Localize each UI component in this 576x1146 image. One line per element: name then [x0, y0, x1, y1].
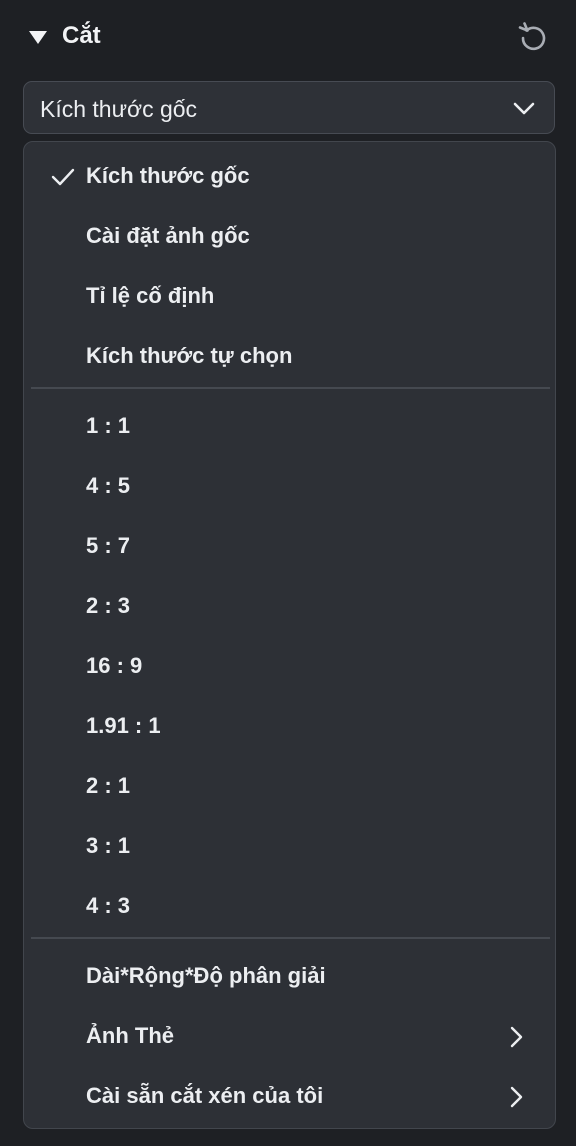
menu-item-label: 4 : 5: [86, 473, 131, 498]
menu-item-ratio-2-3[interactable]: 2 : 3: [24, 576, 555, 636]
menu-item-label: 2 : 1: [86, 773, 131, 798]
menu-item-my-crop-presets[interactable]: Cài sẵn cắt xén của tôi: [24, 1066, 555, 1126]
menu-item-length-width-resolution[interactable]: Dài*Rộng*Độ phân giải: [24, 946, 555, 1006]
checkmark-icon: [51, 168, 75, 186]
menu-item-ratio-4-5[interactable]: 4 : 5: [24, 456, 555, 516]
reset-icon[interactable]: [516, 22, 550, 52]
menu-item-ratio-16-9[interactable]: 16 : 9: [24, 636, 555, 696]
menu-item-custom-size[interactable]: Kích thước tự chọn: [24, 326, 555, 386]
menu-item-ratio-5-7[interactable]: 5 : 7: [24, 516, 555, 576]
menu-item-original-setting[interactable]: Cài đặt ảnh gốc: [24, 206, 555, 266]
menu-item-label: Dài*Rộng*Độ phân giải: [86, 963, 326, 988]
crop-size-select[interactable]: Kích thước gốc: [23, 81, 555, 134]
triangle-down-icon[interactable]: [28, 29, 48, 45]
menu-item-original-size[interactable]: Kích thước gốc: [24, 146, 555, 206]
menu-item-id-photo[interactable]: Ảnh Thẻ: [24, 1006, 555, 1066]
crop-panel: Cắt Kích thước gốc Kích thước gốc Cài đặ…: [0, 0, 576, 1146]
menu-divider: [31, 387, 550, 389]
chevron-right-icon: [510, 1026, 523, 1048]
menu-item-label: 16 : 9: [86, 653, 143, 678]
menu-item-label: 5 : 7: [86, 533, 131, 558]
menu-item-ratio-4-3[interactable]: 4 : 3: [24, 876, 555, 936]
menu-item-label: Cài đặt ảnh gốc: [86, 223, 250, 248]
menu-item-label: Ảnh Thẻ: [86, 1023, 174, 1048]
menu-item-fixed-ratio[interactable]: Tỉ lệ cố định: [24, 266, 555, 326]
menu-divider: [31, 937, 550, 939]
menu-item-label: Cài sẵn cắt xén của tôi: [86, 1083, 324, 1108]
menu-item-label: 3 : 1: [86, 833, 131, 858]
menu-item-ratio-2-1[interactable]: 2 : 1: [24, 756, 555, 816]
crop-dropdown-menu: Kích thước gốc Cài đặt ảnh gốc Tỉ lệ cố …: [23, 141, 556, 1129]
chevron-down-icon: [513, 102, 535, 115]
menu-item-label: 2 : 3: [86, 593, 131, 618]
panel-header: Cắt: [0, 0, 576, 72]
panel-title: Cắt: [62, 22, 101, 49]
menu-item-label: Kích thước gốc: [86, 163, 250, 188]
menu-item-label: Tỉ lệ cố định: [86, 283, 215, 308]
menu-item-ratio-3-1[interactable]: 3 : 1: [24, 816, 555, 876]
select-value: Kích thước gốc: [40, 96, 198, 122]
chevron-right-icon: [510, 1086, 523, 1108]
menu-item-label: 1 : 1: [86, 413, 131, 438]
menu-item-label: Kích thước tự chọn: [86, 343, 293, 368]
menu-item-ratio-1-1[interactable]: 1 : 1: [24, 396, 555, 456]
menu-item-label: 1.91 : 1: [86, 713, 161, 738]
menu-item-label: 4 : 3: [86, 893, 131, 918]
menu-item-ratio-1-91-1[interactable]: 1.91 : 1: [24, 696, 555, 756]
